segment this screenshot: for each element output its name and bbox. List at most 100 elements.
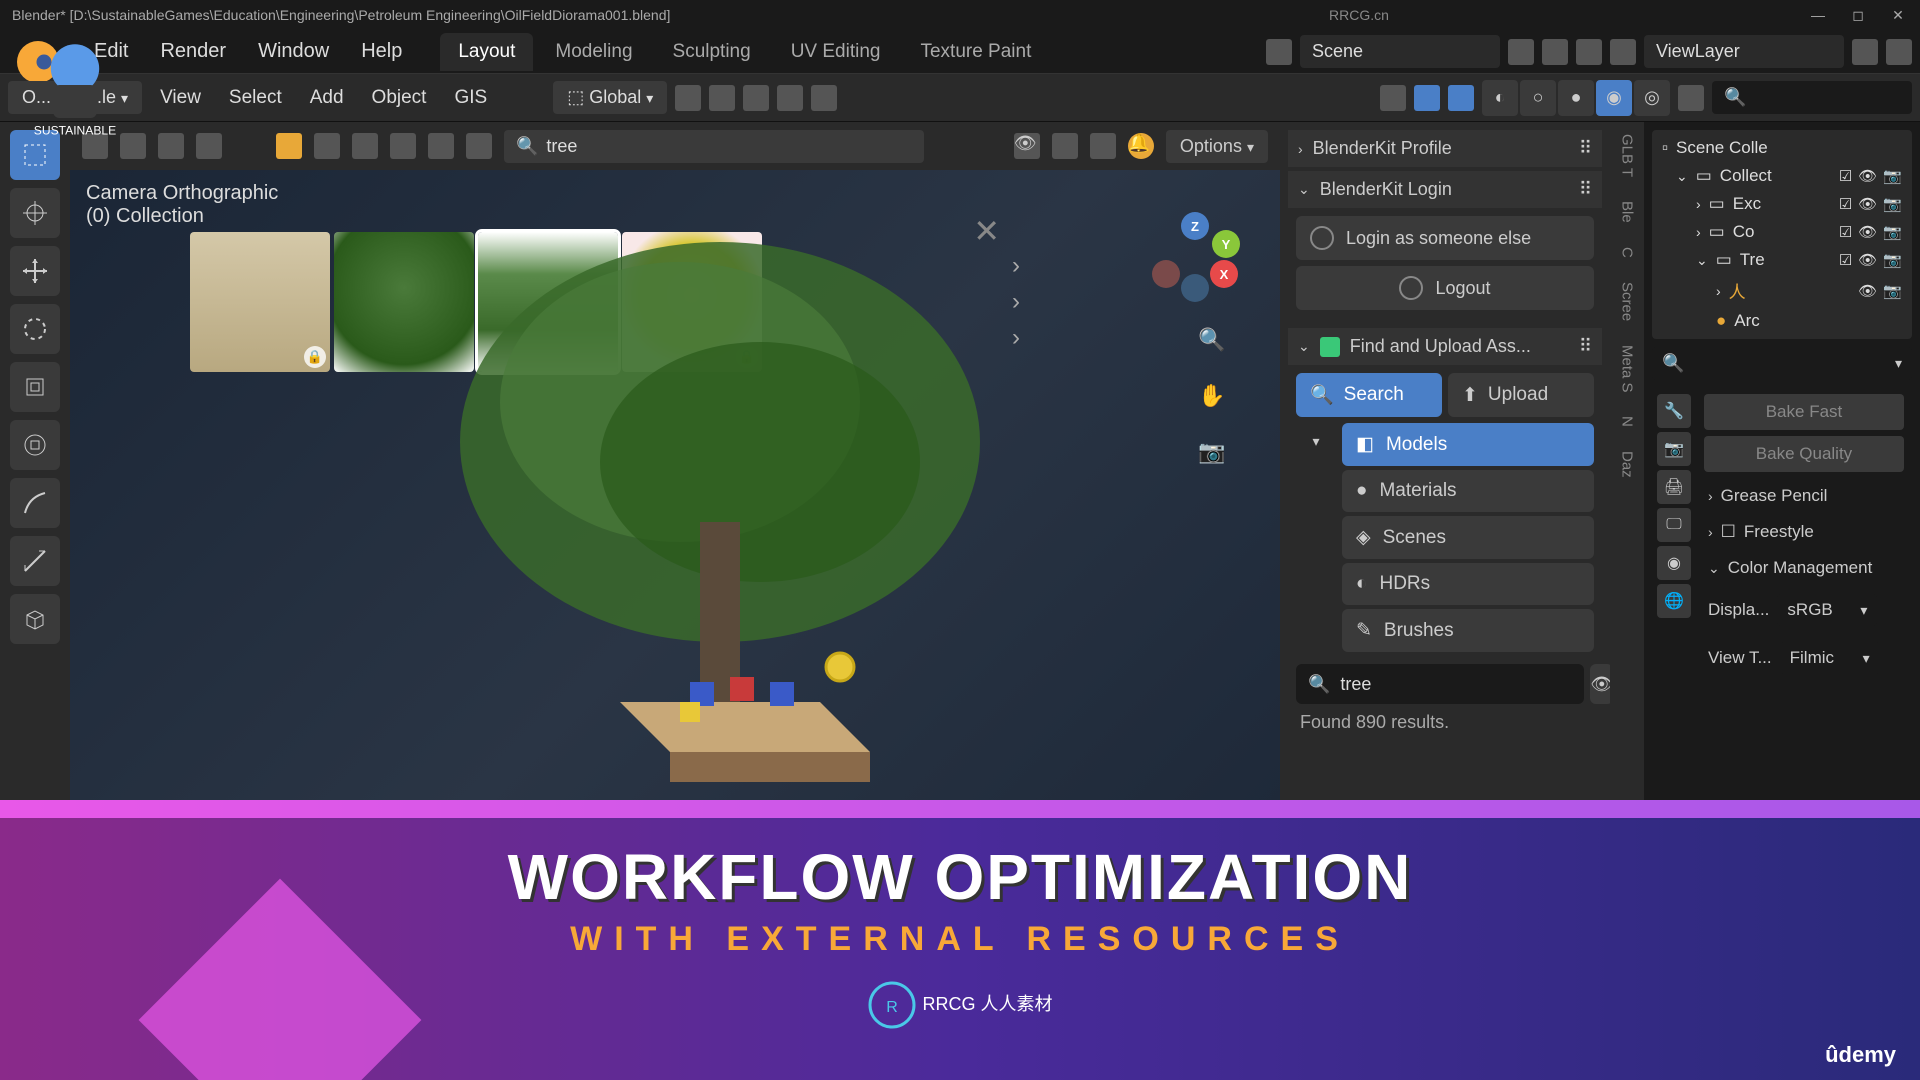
npanel-tab-glb[interactable]: GLB T (1615, 130, 1640, 181)
shade-matprev-icon[interactable]: ◉ (1596, 80, 1632, 116)
overlay-toggle-icon[interactable] (1448, 85, 1474, 111)
select-mode3-icon[interactable] (158, 133, 184, 159)
snap-icon[interactable] (709, 85, 735, 111)
tool-measure[interactable] (10, 536, 60, 586)
category-scenes[interactable]: ◈Scenes (1342, 516, 1594, 559)
visibility-icon[interactable] (1380, 85, 1406, 111)
gizmo-x-axis[interactable]: X (1210, 260, 1238, 288)
outliner-item-armature[interactable]: ›人 👁📷 (1656, 274, 1908, 307)
menu-add[interactable]: Add (300, 83, 354, 113)
collection-color-icon[interactable] (276, 133, 302, 159)
options-button[interactable]: Options ▾ (1166, 130, 1268, 163)
drag-handle-icon[interactable]: ⠿ (1579, 138, 1592, 159)
scene-icon[interactable] (1266, 39, 1292, 65)
prop-tab-tool[interactable]: 🔧 (1657, 394, 1691, 428)
menu-object[interactable]: Object (362, 83, 437, 113)
maximize-button[interactable]: ◻ (1848, 5, 1868, 25)
tool-add-cube[interactable] (10, 594, 60, 644)
tool-transform[interactable] (10, 420, 60, 470)
outliner-item-co[interactable]: ›▭ Co ☑👁📷 (1656, 218, 1908, 246)
viewlayer-copy-icon[interactable] (1852, 39, 1878, 65)
outliner-search-input[interactable] (1754, 87, 1920, 108)
gizmo-y-axis[interactable]: Y (1212, 230, 1240, 258)
zoom-icon[interactable]: 🔍 (1194, 322, 1230, 358)
npanel-tab-ble[interactable]: Ble (1615, 197, 1640, 227)
outliner-item-exc[interactable]: ›▭ Exc ☑👁📷 (1656, 190, 1908, 218)
viz4-icon[interactable] (466, 133, 492, 159)
viewlayer-delete-icon[interactable] (1886, 39, 1912, 65)
shade-wire-icon[interactable]: ○ (1520, 80, 1556, 116)
npanel-tab-c[interactable]: C (1615, 243, 1640, 262)
gizmo-neg-z[interactable] (1181, 274, 1209, 302)
view-transform-dropdown[interactable]: Filmic▾ (1780, 642, 1880, 674)
category-materials[interactable]: ●Materials (1342, 470, 1594, 512)
viewlayer-icon[interactable] (1610, 39, 1636, 65)
xray-icon[interactable]: ◐ (1482, 80, 1518, 116)
shade-solid-icon[interactable]: ● (1558, 80, 1594, 116)
menu-render[interactable]: Render (146, 34, 240, 69)
prop-tab-output[interactable]: 🖨 (1657, 470, 1691, 504)
npanel-tab-scree[interactable]: Scree (1615, 278, 1640, 325)
bell-icon[interactable]: 🔔 (1128, 133, 1154, 159)
category-brushes[interactable]: ✎Brushes (1342, 609, 1594, 652)
pan-icon[interactable]: ✋ (1194, 378, 1230, 414)
search-tab-button[interactable]: 🔍 Search (1296, 373, 1442, 417)
prop-tab-render[interactable]: 📷 (1657, 432, 1691, 466)
viewport-3d[interactable] (420, 222, 1020, 822)
close-window-button[interactable]: ✕ (1888, 5, 1908, 25)
login-as-button[interactable]: Login as someone else (1296, 216, 1594, 260)
shade-rendered-icon[interactable]: ◎ (1634, 80, 1670, 116)
npanel-tab-metas[interactable]: Meta S (1615, 341, 1640, 397)
blenderkit-search-input[interactable] (1340, 674, 1572, 695)
tab-sculpting[interactable]: Sculpting (655, 33, 769, 71)
asset-search-input[interactable] (546, 136, 912, 157)
tool-scale[interactable] (10, 362, 60, 412)
menu-gis[interactable]: GIS (444, 83, 497, 113)
pivot-icon[interactable] (675, 85, 701, 111)
menu-select[interactable]: Select (219, 83, 292, 113)
category-hdrs[interactable]: ◐HDRs (1342, 563, 1594, 605)
menu-window[interactable]: Window (244, 34, 343, 69)
outliner-item-arc[interactable]: ● Arc (1656, 307, 1908, 335)
proportional-icon[interactable] (777, 85, 803, 111)
prop-tab-view[interactable]: 🖵 (1657, 508, 1691, 542)
tab-layout[interactable]: Layout (440, 33, 533, 71)
viz1-icon[interactable] (352, 133, 378, 159)
menu-view[interactable]: View (150, 83, 211, 113)
filter-icon[interactable] (1052, 133, 1078, 159)
select-mode4-icon[interactable] (196, 133, 222, 159)
navigation-gizmo[interactable]: Z Y X (1150, 212, 1240, 302)
panel-blenderkit-login[interactable]: ⌄ BlenderKit Login ⠿ (1288, 171, 1602, 208)
viz3-icon[interactable] (428, 133, 454, 159)
tool-rotate[interactable] (10, 304, 60, 354)
viewlayer-name-input[interactable] (1644, 35, 1844, 68)
npanel-tab-daz[interactable]: Daz (1615, 447, 1640, 482)
prop-tab-world[interactable]: 🌐 (1657, 584, 1691, 618)
tool-cursor[interactable] (10, 188, 60, 238)
bake-quality-button[interactable]: Bake Quality (1704, 436, 1904, 472)
drag-handle-icon[interactable]: ⠿ (1579, 336, 1592, 357)
panel-color-management[interactable]: ⌄Color Management (1704, 550, 1904, 586)
scene-name-input[interactable] (1300, 35, 1500, 68)
menu-help[interactable]: Help (347, 34, 416, 69)
outliner-scene-row[interactable]: ▫ Scene Colle (1656, 134, 1908, 162)
tool-annotate[interactable] (10, 478, 60, 528)
drag-handle-icon[interactable]: ⠿ (1579, 179, 1592, 200)
funnel-icon[interactable] (1090, 133, 1116, 159)
outliner-item-tre[interactable]: ⌄▭ Tre ☑👁📷 (1656, 246, 1908, 274)
tool-move[interactable] (10, 246, 60, 296)
gizmo-neg-x[interactable] (1152, 260, 1180, 288)
category-models[interactable]: ◧Models (1342, 423, 1594, 466)
collection-icon[interactable] (314, 133, 340, 159)
gizmo-z-axis[interactable]: Z (1181, 212, 1209, 240)
panel-freestyle[interactable]: ›☐Freestyle (1704, 514, 1904, 550)
gizmo-toggle-icon[interactable] (1414, 85, 1440, 111)
upload-tab-button[interactable]: ⬆ Upload (1448, 373, 1594, 417)
prop-tab-scene[interactable]: ◉ (1657, 546, 1691, 580)
panel-blenderkit-profile[interactable]: › BlenderKit Profile ⠿ (1288, 130, 1602, 167)
viz2-icon[interactable] (390, 133, 416, 159)
display-device-dropdown[interactable]: sRGB▾ (1777, 594, 1877, 626)
asset-thumb-1[interactable]: 🔒 (190, 232, 330, 372)
panel-find-upload[interactable]: ⌄ Find and Upload Ass... ⠿ (1288, 328, 1602, 365)
chevron-down-icon[interactable]: ▾ (1312, 433, 1319, 450)
